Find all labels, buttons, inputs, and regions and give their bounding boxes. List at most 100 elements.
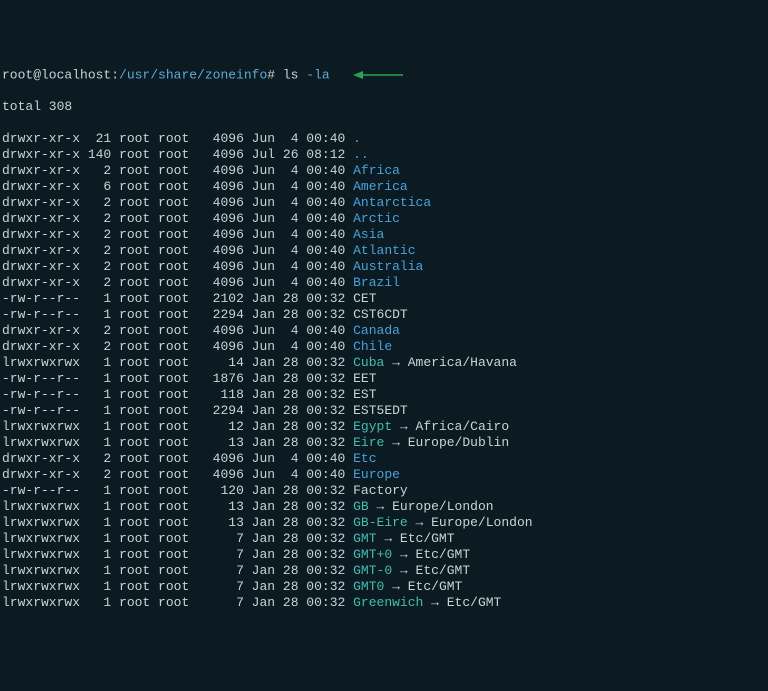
links-count: 6 (80, 179, 119, 194)
group: root (150, 563, 189, 578)
links-count: 140 (80, 147, 119, 162)
size: 4096 (189, 163, 244, 178)
perm: drwxr-xr-x (2, 147, 80, 162)
month: Jun (244, 259, 275, 274)
time: 00:40 (299, 451, 354, 466)
time: 00:32 (299, 291, 354, 306)
time: 00:40 (299, 259, 354, 274)
day: 28 (275, 435, 298, 450)
links-count: 2 (80, 323, 119, 338)
month: Jun (244, 339, 275, 354)
owner: root (119, 211, 150, 226)
month: Jan (244, 435, 275, 450)
month: Jan (244, 419, 275, 434)
entry-name: GMT0 (353, 579, 384, 594)
links-count: 1 (80, 531, 119, 546)
listing-row: lrwxrwxrwx 1 root root 7 Jan 28 00:32 GM… (2, 579, 768, 595)
day: 26 (275, 147, 298, 162)
group: root (150, 499, 189, 514)
perm: lrwxrwxrwx (2, 531, 80, 546)
owner: root (119, 451, 150, 466)
time: 00:40 (299, 227, 354, 242)
time: 08:12 (299, 147, 354, 162)
symlink-target: America/Havana (408, 355, 517, 370)
perm: drwxr-xr-x (2, 259, 80, 274)
owner: root (119, 355, 150, 370)
owner: root (119, 419, 150, 434)
size: 7 (189, 579, 244, 594)
month: Jan (244, 579, 275, 594)
entry-name: Brazil (353, 275, 400, 290)
entry-name: Africa (353, 163, 400, 178)
entry-name: GB-Eire (353, 515, 408, 530)
symlink-target: Etc/GMT (416, 547, 471, 562)
owner: root (119, 147, 150, 162)
day: 28 (275, 563, 298, 578)
command-prefix: ls (283, 67, 306, 82)
symlink-target: Europe/London (392, 499, 493, 514)
links-count: 1 (80, 595, 119, 610)
group: root (150, 307, 189, 322)
size: 7 (189, 595, 244, 610)
listing-row: -rw-r--r-- 1 root root 1876 Jan 28 00:32… (2, 371, 768, 387)
listing-row: lrwxrwxrwx 1 root root 14 Jan 28 00:32 C… (2, 355, 768, 371)
annotation-arrow-icon (353, 67, 403, 83)
entry-name: EST (353, 387, 376, 402)
month: Jan (244, 595, 275, 610)
owner: root (119, 195, 150, 210)
size: 4096 (189, 131, 244, 146)
month: Jan (244, 547, 275, 562)
day: 28 (275, 403, 298, 418)
day: 4 (275, 259, 298, 274)
listing-row: drwxr-xr-x 21 root root 4096 Jun 4 00:40… (2, 131, 768, 147)
owner: root (119, 243, 150, 258)
listing-row: lrwxrwxrwx 1 root root 7 Jan 28 00:32 Gr… (2, 595, 768, 611)
month: Jun (244, 179, 275, 194)
entry-name: Chile (353, 339, 392, 354)
time: 00:32 (299, 563, 354, 578)
owner: root (119, 579, 150, 594)
owner: root (119, 515, 150, 530)
entry-name: Australia (353, 259, 423, 274)
entry-name: Arctic (353, 211, 400, 226)
time: 00:32 (299, 483, 354, 498)
owner: root (119, 371, 150, 386)
symlink-target: Etc/GMT (408, 579, 463, 594)
links-count: 1 (80, 435, 119, 450)
listing-row: -rw-r--r-- 1 root root 120 Jan 28 00:32 … (2, 483, 768, 499)
listing-row: -rw-r--r-- 1 root root 2102 Jan 28 00:32… (2, 291, 768, 307)
entry-name: Factory (353, 483, 408, 498)
perm: -rw-r--r-- (2, 483, 80, 498)
owner: root (119, 339, 150, 354)
group: root (150, 387, 189, 402)
links-count: 1 (80, 515, 119, 530)
size: 4096 (189, 339, 244, 354)
size: 4096 (189, 259, 244, 274)
owner: root (119, 387, 150, 402)
prompt-end: # (267, 67, 283, 82)
size: 13 (189, 499, 244, 514)
perm: -rw-r--r-- (2, 387, 80, 402)
group: root (150, 579, 189, 594)
month: Jun (244, 451, 275, 466)
symlink-arrow-icon: → (408, 515, 431, 530)
group: root (150, 339, 189, 354)
perm: drwxr-xr-x (2, 227, 80, 242)
group: root (150, 291, 189, 306)
time: 00:32 (299, 387, 354, 402)
time: 00:32 (299, 531, 354, 546)
prompt-host: root@localhost: (2, 67, 119, 82)
symlink-target: Etc/GMT (400, 531, 455, 546)
symlink-arrow-icon: → (384, 355, 407, 370)
time: 00:32 (299, 595, 354, 610)
links-count: 1 (80, 307, 119, 322)
size: 4096 (189, 467, 244, 482)
size: 120 (189, 483, 244, 498)
month: Jan (244, 387, 275, 402)
symlink-target: Etc/GMT (447, 595, 502, 610)
day: 4 (275, 227, 298, 242)
owner: root (119, 179, 150, 194)
group: root (150, 403, 189, 418)
listing-row: drwxr-xr-x 2 root root 4096 Jun 4 00:40 … (2, 339, 768, 355)
links-count: 1 (80, 547, 119, 562)
